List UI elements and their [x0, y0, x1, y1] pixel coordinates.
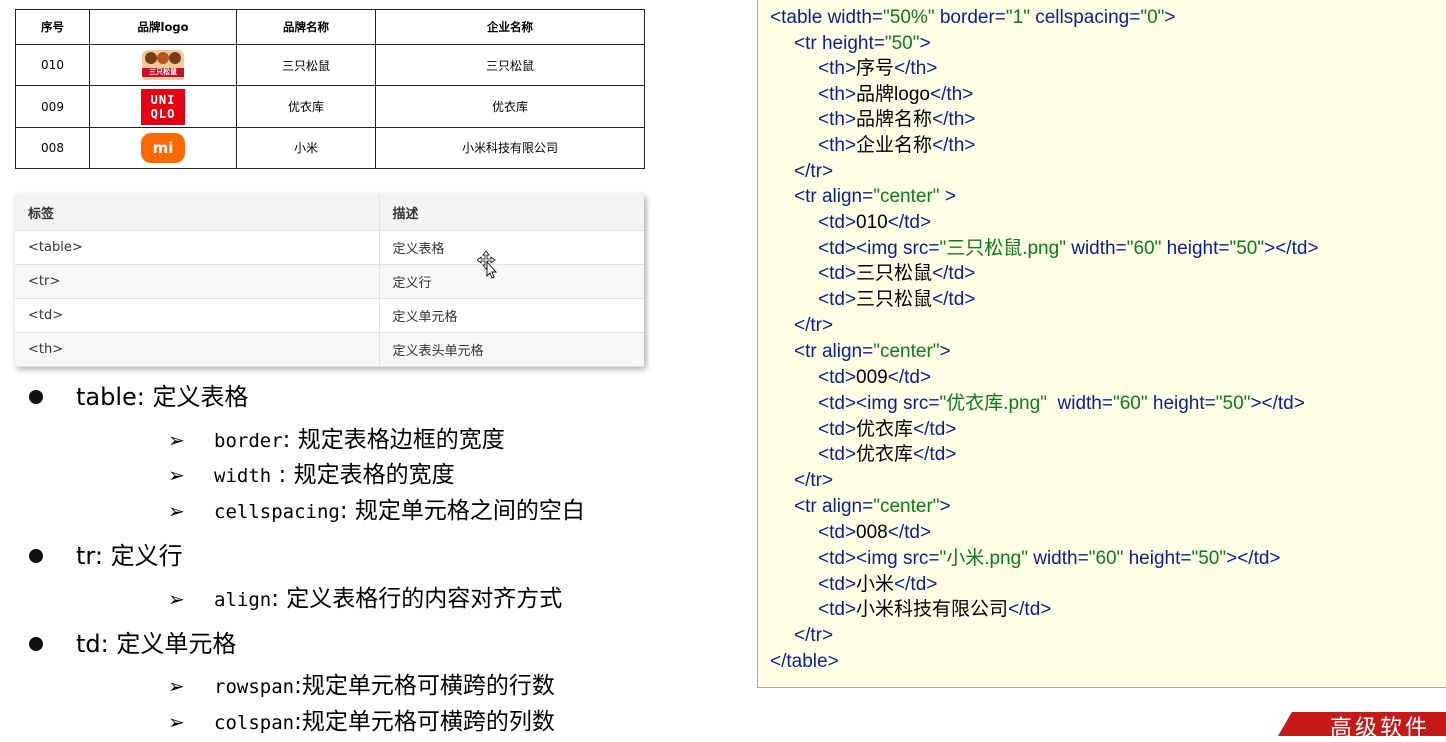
three-squirrels-logo-icon: 三只松鼠	[142, 50, 184, 81]
code-line: <td>009</td>	[818, 367, 932, 388]
brand-table: 序号 品牌logo 品牌名称 企业名称 010 三只松鼠 三只松鼠 三只松鼠 0…	[15, 8, 645, 170]
code-line: <tr height="50">	[794, 33, 931, 54]
move-cursor-icon	[477, 251, 498, 279]
table-row: <td> 定义单元格	[15, 298, 644, 333]
header-logo: 品牌logo	[89, 8, 237, 46]
xiaomi-logo-icon: mi	[141, 132, 185, 163]
cell-description: 定义表格	[379, 230, 644, 265]
table-row: <tr> 定义行	[15, 264, 644, 299]
cell-tag: <th>	[15, 332, 380, 367]
cell-tag: <table>	[15, 230, 380, 265]
bullet-tr	[29, 549, 43, 563]
tag-table-header: 标签 描述	[15, 194, 644, 231]
cell-tag: <tr>	[15, 264, 380, 299]
code-line: <th>品牌名称</th>	[818, 109, 976, 130]
arrow-bullet-icon: ➢	[168, 587, 185, 611]
code-line: <td>008</td>	[818, 522, 932, 543]
code-line: <table width="50%" border="1" cellspacin…	[770, 7, 1176, 28]
code-line: <td><img src="三只松鼠.png" width="60" heigh…	[818, 238, 1319, 259]
code-line: <td>优衣库</td>	[818, 419, 957, 440]
table-row: 010 三只松鼠 三只松鼠 三只松鼠	[15, 44, 645, 87]
note-attr-width: ➢ width : 规定表格的宽度	[168, 462, 455, 488]
note-td: td: 定义单元格	[76, 630, 237, 658]
code-line: <td>010</td>	[818, 212, 932, 233]
code-line: <tr align="center">	[794, 341, 951, 362]
tag-table: 标签 描述 <table> 定义表格 <tr> 定义行 <td> 定义单元格 <…	[15, 194, 644, 367]
code-line: <td>小米科技有限公司</td>	[818, 599, 1052, 620]
note-attr-cellspacing: ➢ cellspacing: 规定单元格之间的空白	[168, 498, 585, 524]
cell-description: 定义行	[379, 264, 644, 299]
cell-tag: <td>	[15, 298, 380, 333]
header-company-name: 企业名称	[375, 8, 645, 46]
arrow-bullet-icon: ➢	[168, 428, 185, 452]
cell-logo: 三只松鼠	[89, 44, 237, 87]
note-attr-colspan: ➢ colspan:规定单元格可横跨的列数	[168, 709, 555, 735]
note-tr: tr: 定义行	[76, 542, 183, 570]
cell-description: 定义表头单元格	[379, 332, 644, 367]
code-line: <th>企业名称</th>	[818, 135, 976, 156]
corner-brand-text: 高级软件	[1330, 716, 1431, 741]
arrow-bullet-icon: ➢	[168, 463, 185, 487]
code-line: </tr>	[794, 315, 834, 336]
code-example-panel: <table width="50%" border="1" cellspacin…	[757, 0, 1446, 688]
code-line: </tr>	[794, 161, 834, 182]
code-line: <th>序号</th>	[818, 58, 938, 79]
header-description: 描述	[379, 194, 644, 231]
table-row: 008 mi 小米 小米科技有限公司	[15, 126, 645, 170]
table-row: <th> 定义表头单元格	[15, 332, 644, 367]
code-line: <td><img src="小米.png" width="60" height=…	[818, 548, 1281, 569]
code-line: <td>三只松鼠</td>	[818, 289, 976, 310]
code-line: <td><img src="优衣库.png" width="60" height…	[818, 393, 1305, 414]
code-line: <tr align="center" >	[794, 186, 956, 207]
code-line: <td>优衣库</td>	[818, 444, 957, 465]
uniqlo-logo-icon: UNI QLO	[141, 88, 185, 125]
cell-brand-name: 优衣库	[236, 85, 376, 128]
arrow-bullet-icon: ➢	[168, 499, 185, 523]
code-line: <th>品牌logo</th>	[818, 84, 974, 105]
note-table: table: 定义表格	[76, 383, 249, 411]
arrow-bullet-icon: ➢	[168, 710, 185, 734]
header-id: 序号	[15, 8, 90, 46]
cell-logo: UNI QLO	[89, 85, 237, 128]
code-line: <tr align="center">	[794, 496, 951, 517]
cell-brand-name: 小米	[236, 126, 376, 170]
table-row: 009 UNI QLO 优衣库 优衣库	[15, 85, 645, 128]
note-attr-border: ➢ border: 规定表格边框的宽度	[168, 427, 505, 453]
table-row: <table> 定义表格	[15, 230, 644, 265]
code-line: </table>	[770, 651, 839, 672]
code-line: <td>小米</td>	[818, 574, 938, 595]
bullet-table	[29, 390, 43, 404]
cell-description: 定义单元格	[379, 298, 644, 333]
code-line: <td>三只松鼠</td>	[818, 263, 976, 284]
cell-company-name: 优衣库	[375, 85, 645, 128]
header-brand-name: 品牌名称	[236, 8, 376, 46]
cell-company-name: 三只松鼠	[375, 44, 645, 87]
cell-id: 010	[15, 44, 90, 87]
cell-logo: mi	[89, 126, 237, 170]
note-attr-rowspan: ➢ rowspan:规定单元格可横跨的行数	[168, 673, 555, 699]
cell-id: 008	[15, 126, 90, 170]
brand-table-header: 序号 品牌logo 品牌名称 企业名称	[15, 8, 645, 46]
cell-id: 009	[15, 85, 90, 128]
code-line: </tr>	[794, 625, 834, 646]
arrow-bullet-icon: ➢	[168, 674, 185, 698]
cell-company-name: 小米科技有限公司	[375, 126, 645, 170]
tag-reference-panel: 标签 描述 <table> 定义表格 <tr> 定义行 <td> 定义单元格 <…	[15, 194, 644, 367]
bullet-td	[29, 637, 43, 651]
header-tag: 标签	[15, 194, 380, 231]
note-attr-align: ➢ align: 定义表格行的内容对齐方式	[168, 586, 563, 612]
cell-brand-name: 三只松鼠	[236, 44, 376, 87]
code-line: </tr>	[794, 470, 834, 491]
